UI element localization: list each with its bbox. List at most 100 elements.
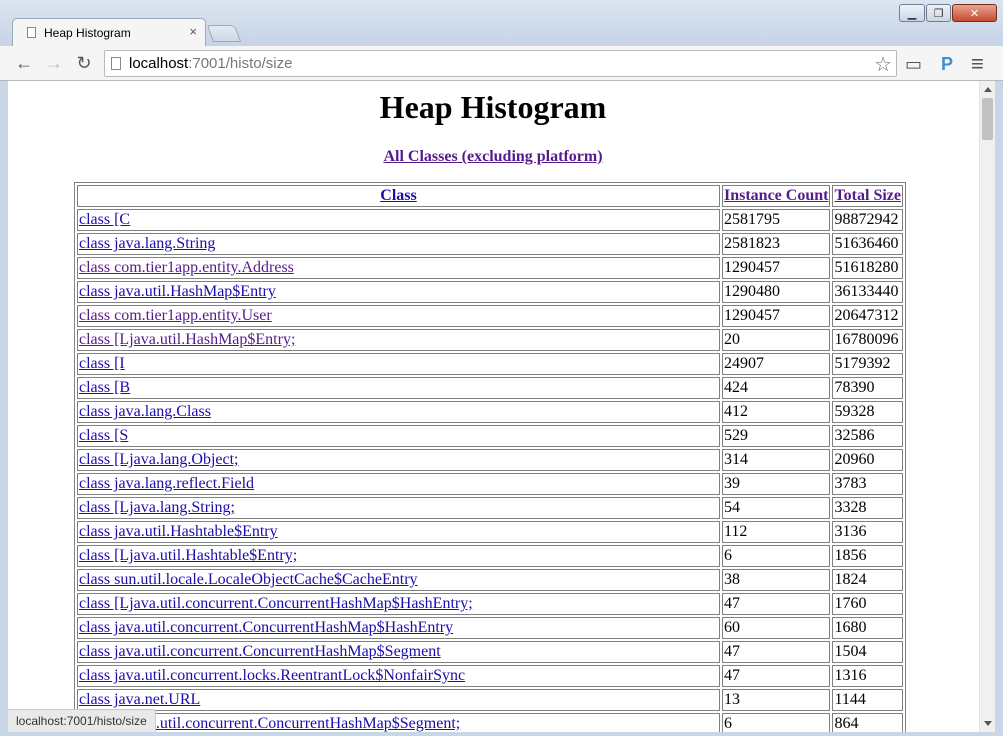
table-row: class [Ljava.util.Hashtable$Entry; 6 1856 [77,545,903,567]
page-info-icon[interactable] [111,57,121,70]
scroll-up-arrow-icon[interactable] [984,87,992,92]
class-link[interactable]: class [Ljava.lang.Object; [79,451,239,468]
table-row: class [I 24907 5179392 [77,353,903,375]
table-row: class [B 424 78390 [77,377,903,399]
class-cell: class java.util.HashMap$Entry [77,281,720,303]
instance-count-cell: 6 [722,713,831,732]
total-size-cell: 1680 [832,617,903,639]
class-link[interactable]: class java.util.HashMap$Entry [79,283,276,300]
instance-count-cell: 424 [722,377,831,399]
forward-button[interactable]: → [43,52,65,74]
instance-count-cell: 60 [722,617,831,639]
table-row: class java.util.Hashtable$Entry 112 3136 [77,521,903,543]
all-classes-link-container: All Classes (excluding platform) [8,148,978,166]
table-row: class com.tier1app.entity.User 1290457 206… [77,305,903,327]
class-link[interactable]: class java.util.Hashtable$Entry [79,523,278,540]
instance-count-cell: 24907 [722,353,831,375]
class-cell: class com.tier1app.entity.Address [77,257,720,279]
instance-count-cell: 2581795 [722,209,831,231]
class-cell: class java.lang.Class [77,401,720,423]
total-size-cell: 16780096 [832,329,903,351]
scrollbar-thumb[interactable] [982,98,993,140]
total-size-cell: 5179392 [832,353,903,375]
class-cell: class [Ljava.lang.Object; [77,449,720,471]
scroll-down-arrow-icon[interactable] [984,721,992,726]
class-link[interactable]: class [Ljava.util.HashMap$Entry; [79,331,295,348]
class-link[interactable]: class sun.util.locale.LocaleObjectCache$… [79,571,418,588]
total-size-cell: 1316 [832,665,903,687]
instance-count-cell: 54 [722,497,831,519]
table-row: class sun.util.locale.LocaleObjectCache$… [77,569,903,591]
instance-count-cell: 6 [722,545,831,567]
class-link[interactable]: class java.util.concurrent.ConcurrentHas… [79,619,453,636]
table-row: class [Ljava.util.concurrent.ConcurrentH… [77,713,903,732]
tab-close-icon[interactable]: × [189,24,197,39]
instance-count-cell: 2581823 [722,233,831,255]
class-link[interactable]: class [I [79,355,125,372]
total-size-cell: 59328 [832,401,903,423]
extension-p-icon[interactable]: P [941,54,953,75]
back-button[interactable]: ← [13,52,35,74]
menu-icon[interactable]: ≡ [971,51,984,77]
total-size-cell: 1144 [832,689,903,711]
instance-count-cell: 20 [722,329,831,351]
restore-button[interactable]: ❐ [926,4,951,22]
all-classes-link[interactable]: All Classes (excluding platform) [383,148,602,165]
class-link[interactable]: class [Ljava.lang.String; [79,499,235,516]
address-bar[interactable]: localhost:7001/histo/size ☆ [104,50,897,77]
close-window-button[interactable]: ✕ [952,4,997,22]
status-bubble: localhost:7001/histo/size [8,709,156,732]
table-row: class java.util.HashMap$Entry 1290480 3613… [77,281,903,303]
instance-count-cell: 47 [722,641,831,663]
class-cell: class [S [77,425,720,447]
vertical-scrollbar[interactable] [979,81,995,732]
minimize-button[interactable]: ▁ [899,4,925,22]
sort-by-instance-count-link[interactable]: Instance Count [724,187,828,204]
class-link[interactable]: class java.util.concurrent.locks.Reentra… [79,667,465,684]
class-cell: class java.util.concurrent.locks.Reentra… [77,665,720,687]
class-link[interactable]: class java.lang.String [79,235,215,252]
new-tab-button[interactable] [206,25,242,42]
class-link[interactable]: class com.tier1app.entity.Address [79,259,294,276]
table-header-row: Class Instance Count Total Size [77,185,903,207]
total-size-cell: 20647312 [832,305,903,327]
browser-toolbar: ← → ↻ localhost:7001/histo/size ☆ ▭ P ≡ [0,46,1003,81]
table-row: class java.lang.String 2581823 51636460 [77,233,903,255]
class-cell: class java.lang.reflect.Field [77,473,720,495]
column-header-class: Class [77,185,720,207]
table-row: class java.lang.reflect.Field 39 3783 [77,473,903,495]
sort-by-class-link[interactable]: Class [380,187,416,204]
cast-icon[interactable]: ▭ [905,54,922,75]
table-row: class java.util.concurrent.locks.Reentra… [77,665,903,687]
total-size-cell: 20960 [832,449,903,471]
class-link[interactable]: class [B [79,379,130,396]
class-cell: class java.util.Hashtable$Entry [77,521,720,543]
class-link[interactable]: class java.lang.Class [79,403,211,420]
sort-by-total-size-link[interactable]: Total Size [834,187,901,204]
class-link[interactable]: class java.lang.reflect.Field [79,475,254,492]
total-size-cell: 1856 [832,545,903,567]
total-size-cell: 3783 [832,473,903,495]
instance-count-cell: 1290457 [722,305,831,327]
reload-button[interactable]: ↻ [73,52,95,74]
instance-count-cell: 47 [722,593,831,615]
total-size-cell: 51636460 [832,233,903,255]
class-link[interactable]: class [C [79,211,130,228]
class-link[interactable]: class java.net.URL [79,691,200,708]
window-frame-bottom [0,732,1003,736]
address-url[interactable]: localhost:7001/histo/size [129,55,292,72]
class-cell: class com.tier1app.entity.User [77,305,720,327]
class-link[interactable]: class [S [79,427,128,444]
bookmark-star-icon[interactable]: ☆ [874,52,892,77]
class-cell: class [C [77,209,720,231]
instance-count-cell: 47 [722,665,831,687]
tab-heap-histogram[interactable]: Heap Histogram × [12,18,206,47]
class-cell: class java.lang.String [77,233,720,255]
instance-count-cell: 39 [722,473,831,495]
class-link[interactable]: class java.util.concurrent.ConcurrentHas… [79,643,441,660]
class-link[interactable]: class [Ljava.util.concurrent.ConcurrentH… [79,595,473,612]
tab-title: Heap Histogram [44,26,131,40]
instance-count-cell: 1290480 [722,281,831,303]
class-link[interactable]: class [Ljava.util.Hashtable$Entry; [79,547,297,564]
class-link[interactable]: class com.tier1app.entity.User [79,307,272,324]
